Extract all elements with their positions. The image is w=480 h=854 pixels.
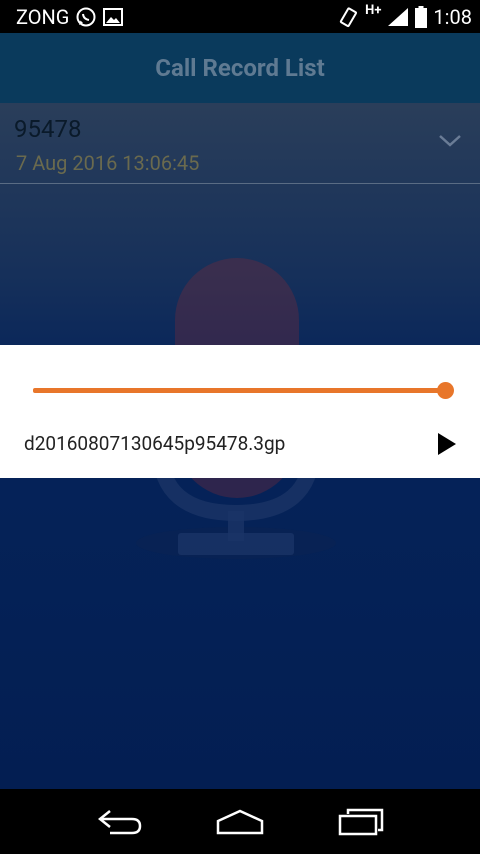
clock: 1:08 <box>433 4 472 29</box>
page-title: Call Record List <box>155 54 325 82</box>
recents-icon[interactable] <box>338 808 384 836</box>
seek-thumb[interactable] <box>437 382 454 399</box>
status-bar: ZONG H+ 1:08 <box>0 0 480 33</box>
battery-icon <box>415 5 428 28</box>
app-bar: Call Record List <box>0 33 480 103</box>
seek-bar[interactable] <box>33 388 446 393</box>
audio-player: d20160807130645p95478.3gp <box>0 345 480 478</box>
record-date: 7 Aug 2016 13:06:45 <box>16 151 200 175</box>
record-number: 95478 <box>14 115 82 143</box>
network-type: H+ <box>365 3 382 18</box>
chevron-down-icon[interactable] <box>438 133 462 152</box>
carrier-name: ZONG <box>16 4 70 29</box>
whatsapp-icon <box>75 6 97 28</box>
file-name: d20160807130645p95478.3gp <box>24 432 286 455</box>
home-icon[interactable] <box>215 809 265 835</box>
play-icon[interactable] <box>436 432 458 460</box>
list-item[interactable]: 95478 7 Aug 2016 13:06:45 <box>0 103 480 184</box>
vibrate-icon <box>337 6 359 28</box>
navigation-bar <box>0 789 480 854</box>
image-icon <box>103 7 124 26</box>
signal-icon <box>387 7 409 27</box>
back-icon[interactable] <box>96 809 142 835</box>
